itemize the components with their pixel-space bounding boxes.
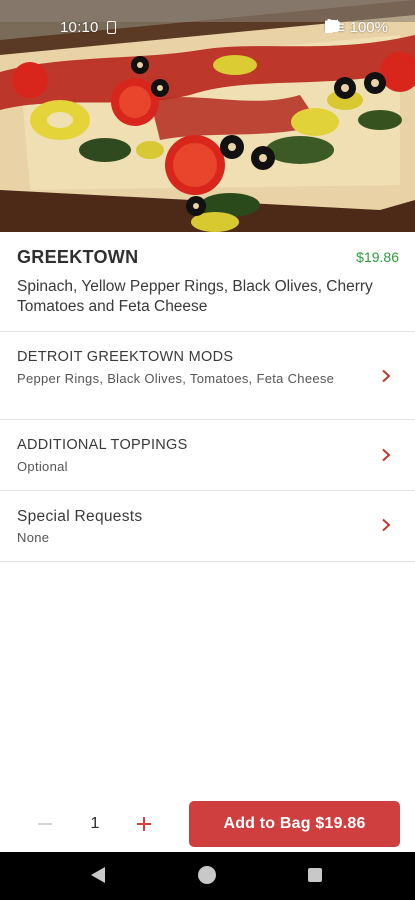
recents-icon[interactable] [308, 868, 322, 882]
item-description: Spinach, Yellow Pepper Rings, Black Oliv… [17, 278, 373, 315]
option-subtitle: None [17, 530, 50, 545]
option-subtitle: Pepper Rings, Black Olives, Tomatoes, Fe… [17, 371, 335, 386]
back-icon[interactable] [90, 866, 106, 884]
minus-button[interactable] [36, 813, 54, 835]
sim-icon [107, 21, 116, 34]
battery-percent: 100% [349, 19, 388, 36]
option-row-additional-toppings[interactable]: ADDITIONAL TOPPINGS Optional [0, 420, 415, 490]
chevron-right-icon [382, 518, 391, 532]
home-icon[interactable] [198, 866, 216, 884]
option-row-greektown-mods[interactable]: DETROIT GREEKTOWN MODS Pepper Rings, Bla… [0, 332, 415, 419]
chevron-right-icon [382, 448, 391, 462]
option-row-special-requests[interactable]: Special Requests None [0, 491, 415, 561]
item-price: $19.86 [356, 249, 399, 265]
option-title: DETROIT GREEKTOWN MODS [17, 349, 234, 365]
plus-button[interactable] [134, 813, 154, 835]
item-photo: 10:10 LTE 100% [0, 0, 415, 232]
option-title: Special Requests [17, 508, 143, 525]
chevron-right-icon [382, 369, 391, 383]
system-nav-bar [0, 852, 415, 900]
status-time: 10:10 [60, 19, 99, 36]
status-bar: 10:10 LTE 100% [0, 0, 415, 58]
divider [0, 561, 415, 562]
option-subtitle: Optional [17, 459, 68, 474]
item-name: GREEKTOWN [17, 247, 139, 267]
add-to-bag-button[interactable]: Add to Bag $19.86 [189, 801, 400, 847]
status-icons: LTE 100% [324, 19, 388, 36]
option-title: ADDITIONAL TOPPINGS [17, 437, 188, 453]
battery-icon [324, 19, 333, 33]
quantity-value: 1 [90, 815, 100, 832]
